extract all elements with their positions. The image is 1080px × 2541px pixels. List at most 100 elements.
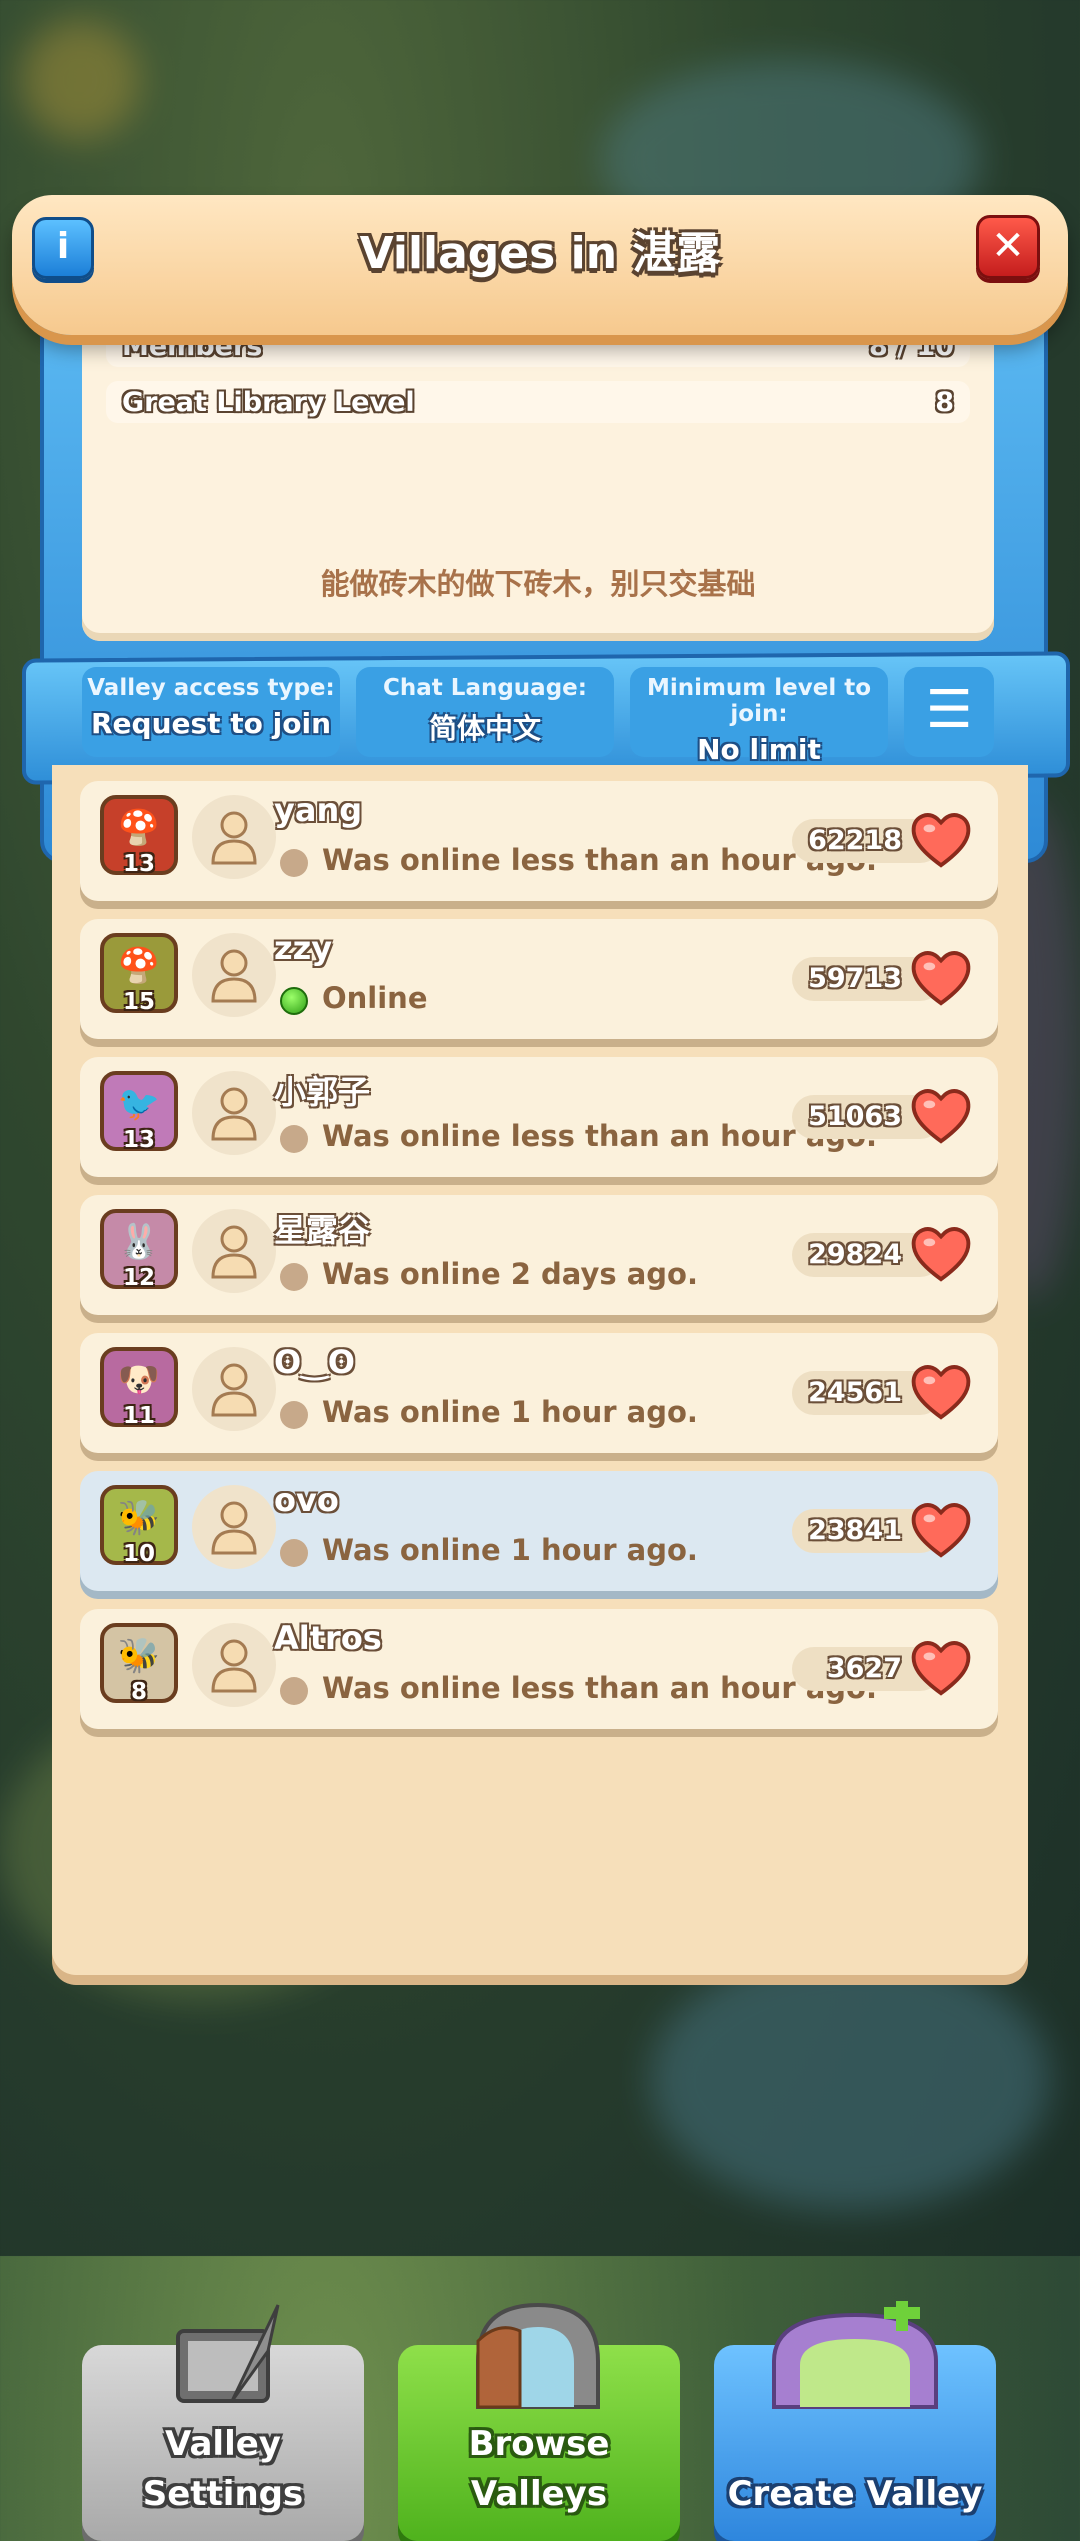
close-icon: ✕: [991, 223, 1025, 269]
status-indicator: [280, 1125, 308, 1153]
status-indicator: [280, 1677, 308, 1705]
setting-label: Valley access type:: [87, 675, 335, 701]
member-row[interactable]: 🐦 13 小郭子 Was online less than an hour ago. 5…: [80, 1057, 998, 1177]
avatar: [192, 1485, 276, 1569]
member-name: ʘ‿ʘ: [274, 1343, 355, 1381]
person-icon: [211, 949, 257, 1003]
level-number: 13: [122, 1127, 155, 1153]
heart-icon: [911, 951, 971, 1006]
member-row[interactable]: 🍄 15 zzy Online 59713: [80, 919, 998, 1039]
button-label: Create Valley: [727, 2474, 983, 2514]
heart-icon: [911, 1503, 971, 1558]
avatar: [192, 1071, 276, 1155]
chat-language-setting: Chat Language: 简体中文: [356, 667, 614, 757]
village-info-panel: Members 8 / 10 Great Library Level 8 能做砖…: [82, 311, 994, 641]
villages-dialog: Members 8 / 10 Great Library Level 8 能做砖…: [12, 195, 1070, 2541]
status-text: Was online 1 hour ago.: [322, 1395, 698, 1429]
stat-label: Members: [122, 330, 263, 362]
level-number: 11: [122, 1403, 155, 1429]
status-indicator: [280, 987, 308, 1015]
page-title: Villages in 湛露: [359, 228, 721, 279]
level-badge: 🐶 11: [100, 1347, 178, 1429]
bunny-icon: 🐰: [117, 1222, 161, 1262]
browse-valleys-button[interactable]: Browse Valleys: [398, 2302, 680, 2541]
mushroom-icon: 🍄: [117, 808, 161, 848]
heart-icon: [911, 1089, 971, 1144]
person-icon: [211, 1639, 257, 1693]
member-name: Altros: [274, 1619, 382, 1657]
mushroom-icon: 🍄: [117, 946, 161, 986]
portal-plus-icon: [772, 2301, 938, 2409]
setting-label: Minimum level to join:: [646, 675, 872, 727]
create-valley-button[interactable]: Create Valley: [714, 2301, 996, 2541]
avatar: [192, 1347, 276, 1431]
button-label: Valley Settings: [142, 2424, 304, 2514]
min-level-setting: Minimum level to join: No limit: [630, 667, 888, 766]
avatar: [192, 1209, 276, 1293]
status-indicator: [280, 849, 308, 877]
person-icon: [211, 1087, 257, 1141]
heart-icon: [911, 1227, 971, 1282]
heart-icon: [911, 1365, 971, 1420]
avatar: [192, 795, 276, 879]
stat-label: Great Library Level: [122, 386, 415, 418]
dog-icon: 🐶: [117, 1360, 161, 1400]
setting-value: Request to join: [90, 707, 332, 740]
level-number: 10: [122, 1541, 155, 1567]
setting-value: 简体中文: [428, 712, 541, 745]
title-ribbon: i Villages in 湛露 ✕: [12, 195, 1068, 335]
member-name: 小郭子: [274, 1073, 371, 1111]
level-badge: 🍄 13: [100, 795, 178, 877]
status-indicator: [280, 1263, 308, 1291]
village-description: 能做砖木的做下砖木，别只交基础: [320, 567, 756, 601]
library-level-stat: Great Library Level 8: [106, 381, 970, 423]
bee-icon: 🐝: [117, 1636, 161, 1676]
valley-settings-button[interactable]: Valley Settings: [82, 2304, 364, 2541]
stat-value: 8: [935, 386, 954, 418]
heart-icon: [911, 1641, 971, 1696]
member-name: yang: [274, 791, 363, 829]
status-text: Online: [322, 981, 428, 1015]
heart-icon: [911, 813, 971, 868]
close-button[interactable]: ✕: [976, 215, 1040, 279]
bird-icon: 🐦: [117, 1084, 161, 1124]
member-list-panel: 🍄 13 yang Was online less than an hour ago.…: [52, 765, 1028, 2541]
level-number: 12: [122, 1265, 155, 1291]
member-name: ovo: [274, 1481, 339, 1519]
level-badge: 🐰 12: [100, 1209, 178, 1291]
book-quill-icon: [176, 2304, 280, 2403]
member-row[interactable]: 🍄 13 yang Was online less than an hour ago.…: [80, 781, 998, 901]
level-number: 15: [122, 989, 155, 1015]
level-badge: 🐝 10: [100, 1485, 178, 1567]
status-text: Was online 1 hour ago.: [322, 1533, 698, 1567]
setting-label: Chat Language:: [383, 675, 587, 701]
level-badge: 🐦 13: [100, 1071, 178, 1153]
button-label: Browse Valleys: [468, 2424, 610, 2514]
level-number: 8: [130, 1679, 147, 1705]
bee-icon: 🐝: [117, 1498, 161, 1538]
member-row[interactable]: 🐝 8 Altros Was online less than an hour ago…: [80, 1609, 998, 1729]
member-row[interactable]: 🐝 10 ovo Was online 1 hour ago. 23841: [80, 1471, 998, 1591]
level-badge: 🍄 15: [100, 933, 178, 1015]
member-row[interactable]: 🐶 11 ʘ‿ʘ Was online 1 hour ago. 24561: [80, 1333, 998, 1453]
access-type-setting: Valley access type: Request to join: [82, 667, 340, 757]
person-icon: [211, 1363, 257, 1417]
member-name: 星露谷: [274, 1211, 371, 1249]
list-plus-icon: ☰: [925, 680, 973, 740]
member-row[interactable]: 🐰 12 星露谷 Was online 2 days ago. 29824: [80, 1195, 998, 1315]
person-icon: [211, 1225, 257, 1279]
status-text: Was online 2 days ago.: [322, 1257, 698, 1291]
stat-value: 8 / 10: [868, 330, 954, 362]
person-icon: [211, 1501, 257, 1555]
member-name: zzy: [274, 929, 333, 967]
setting-value: No limit: [697, 733, 821, 766]
status-indicator: [280, 1401, 308, 1429]
avatar: [192, 1623, 276, 1707]
person-icon: [211, 811, 257, 865]
stone-door-icon: [476, 2302, 600, 2409]
avatar: [192, 933, 276, 1017]
filter-button[interactable]: ☰: [904, 667, 994, 757]
level-badge: 🐝 8: [100, 1623, 178, 1705]
status-indicator: [280, 1539, 308, 1567]
level-number: 13: [122, 851, 155, 877]
